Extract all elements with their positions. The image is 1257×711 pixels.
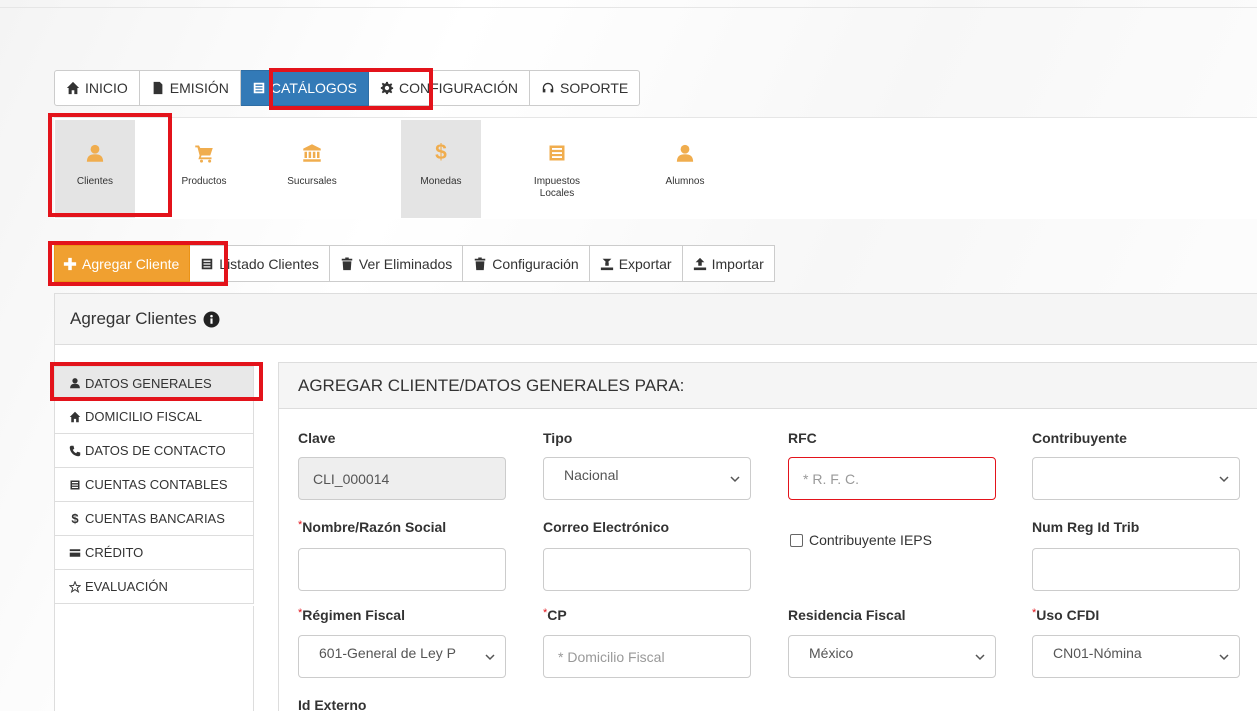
chevron-down-icon <box>730 476 740 483</box>
gear-icon <box>380 81 394 95</box>
file-icon <box>153 81 163 95</box>
user-icon <box>70 378 80 389</box>
user-icon <box>676 144 694 162</box>
main-nav: INICIO EMISIÓN CATÁLOGOS CONFIGURACIÓN S… <box>54 70 641 106</box>
contribuyente-select[interactable] <box>1032 457 1240 500</box>
chevron-down-icon <box>1219 654 1229 661</box>
home-icon <box>69 411 81 422</box>
sidemenu-domicilio-fiscal[interactable]: DOMICILIO FISCAL <box>54 400 254 434</box>
info-icon[interactable] <box>203 311 220 328</box>
home-icon <box>66 81 80 95</box>
dollar-icon: $ <box>71 511 79 526</box>
side-menu-filler <box>54 606 254 711</box>
trash-icon <box>475 256 486 270</box>
nombre-label: *Nombre/Razón Social <box>298 519 447 535</box>
submenu-productos[interactable]: Productos <box>164 120 244 218</box>
id-externo-label: Id Externo <box>298 697 367 711</box>
checkbox-box[interactable] <box>790 533 803 547</box>
add-client-button[interactable]: Agregar Cliente <box>54 245 191 282</box>
numreg-input[interactable] <box>1032 548 1240 591</box>
phone-icon <box>69 445 81 456</box>
nombre-input[interactable] <box>298 548 506 591</box>
rfc-input[interactable] <box>788 457 996 500</box>
cp-label: *CP <box>543 607 567 623</box>
numreg-label: Num Reg Id Trib <box>1032 519 1140 535</box>
catalog-submenu: Clientes Productos Sucursales $ Monedas … <box>54 117 1257 219</box>
export-button[interactable]: Exportar <box>589 245 683 282</box>
cp-input[interactable] <box>543 635 751 678</box>
tab-emision[interactable]: EMISIÓN <box>139 70 241 106</box>
correo-input[interactable] <box>543 548 751 591</box>
list-clients-button[interactable]: Listado Clientes <box>190 245 330 282</box>
import-icon <box>693 257 706 270</box>
side-menu: DATOS GENERALES DOMICILIO FISCAL DATOS D… <box>54 366 254 604</box>
panel-header: Agregar Clientes <box>55 294 1257 345</box>
tipo-select[interactable]: Nacional <box>543 457 751 500</box>
tipo-label: Tipo <box>543 430 573 446</box>
correo-label: Correo Electrónico <box>543 519 670 535</box>
regimen-select[interactable]: 601-General de Ley P <box>298 635 506 678</box>
contribuyente-label: Contribuyente <box>1032 430 1127 446</box>
sidemenu-datos-generales[interactable]: DATOS GENERALES <box>54 366 254 400</box>
panel-title: Agregar Clientes <box>70 309 197 328</box>
sidemenu-datos-contacto[interactable]: DATOS DE CONTACTO <box>54 434 254 468</box>
tab-soporte[interactable]: SOPORTE <box>530 70 641 106</box>
regimen-label: *Régimen Fiscal <box>298 607 405 623</box>
residencia-select[interactable]: México <box>788 635 996 678</box>
ieps-checkbox[interactable]: Contribuyente IEPS <box>790 532 932 548</box>
rfc-label: RFC <box>788 430 817 446</box>
cart-icon <box>195 145 213 163</box>
tab-inicio[interactable]: INICIO <box>54 70 140 106</box>
top-divider <box>0 7 1257 8</box>
configuration-button[interactable]: Configuración <box>463 245 590 282</box>
import-button[interactable]: Importar <box>682 245 775 282</box>
residencia-label: Residencia Fiscal <box>788 607 906 623</box>
sidemenu-credito[interactable]: CRÉDITO <box>54 536 254 570</box>
list-icon <box>549 145 565 161</box>
submenu-alumnos[interactable]: Alumnos <box>645 120 725 218</box>
list-icon <box>253 82 265 94</box>
chevron-down-icon <box>1219 476 1229 483</box>
submenu-monedas[interactable]: $ Monedas <box>401 120 481 218</box>
export-icon <box>600 258 613 270</box>
clave-label: Clave <box>298 430 336 446</box>
submenu-clientes[interactable]: Clientes <box>55 120 135 218</box>
headset-icon <box>542 82 554 93</box>
chevron-down-icon <box>975 654 985 661</box>
sidemenu-cuentas-bancarias[interactable]: $ CUENTAS BANCARIAS <box>54 502 254 536</box>
action-toolbar: Agregar Cliente Listado Clientes Ver Eli… <box>54 245 775 282</box>
tab-configuracion[interactable]: CONFIGURACIÓN <box>369 70 530 106</box>
sidemenu-evaluacion[interactable]: EVALUACIÓN <box>54 570 254 604</box>
credit-card-icon <box>69 548 81 557</box>
user-icon <box>86 144 104 162</box>
tab-catalogos[interactable]: CATÁLOGOS <box>240 70 369 106</box>
form-title: AGREGAR CLIENTE/DATOS GENERALES PARA: <box>279 363 1257 409</box>
submenu-impuestos-locales[interactable]: Impuestos Locales <box>517 120 597 218</box>
list-icon <box>70 480 80 489</box>
clave-input[interactable] <box>298 457 506 500</box>
plus-icon <box>63 257 77 270</box>
bank-icon <box>303 144 321 162</box>
chevron-down-icon <box>485 654 495 661</box>
trash-icon <box>341 256 353 270</box>
uso-cfdi-select[interactable]: CN01-Nómina <box>1032 635 1240 678</box>
view-deleted-button[interactable]: Ver Eliminados <box>329 245 464 282</box>
list-icon <box>202 258 213 269</box>
star-icon <box>69 580 81 593</box>
submenu-sucursales[interactable]: Sucursales <box>272 120 352 218</box>
sidemenu-cuentas-contables[interactable]: CUENTAS CONTABLES <box>54 468 254 502</box>
uso-cfdi-label: *Uso CFDI <box>1032 607 1100 623</box>
dollar-icon: $ <box>435 141 447 164</box>
